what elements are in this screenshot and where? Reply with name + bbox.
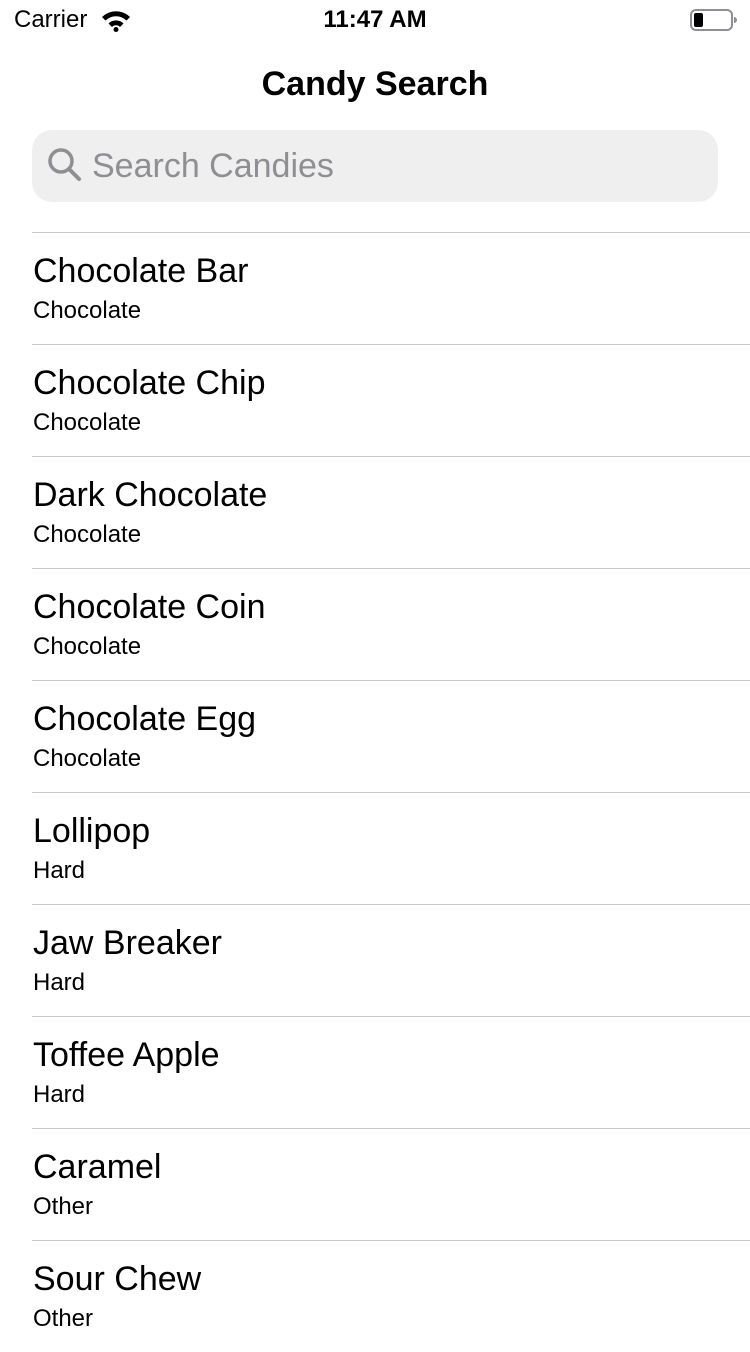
list-item[interactable]: Sour Chew Other xyxy=(32,1240,750,1352)
list-item[interactable]: Chocolate Bar Chocolate xyxy=(32,232,750,344)
page-title: Candy Search xyxy=(261,65,489,103)
list-item[interactable]: Lollipop Hard xyxy=(32,792,750,904)
candy-category: Chocolate xyxy=(33,633,142,660)
list-item[interactable]: Chocolate Egg Chocolate xyxy=(32,680,750,792)
candy-category: Chocolate xyxy=(33,297,142,324)
list-item[interactable]: Jaw Breaker Hard xyxy=(32,904,750,1016)
search-icon xyxy=(46,146,84,184)
status-bar: Carrier 11:47 AM xyxy=(0,0,750,40)
candy-category: Other xyxy=(33,1193,94,1220)
list-item[interactable]: Toffee Apple Hard xyxy=(32,1016,750,1128)
list-item[interactable]: Chocolate Coin Chocolate xyxy=(32,568,750,680)
battery-icon xyxy=(690,8,738,32)
status-time: 11:47 AM xyxy=(323,6,427,33)
candy-category: Chocolate xyxy=(33,521,142,548)
candy-category: Hard xyxy=(33,969,86,996)
candy-category: Hard xyxy=(33,1081,86,1108)
list-item[interactable]: Chocolate Chip Chocolate xyxy=(32,344,750,456)
list-item[interactable]: Caramel Other xyxy=(32,1128,750,1240)
candy-category: Chocolate xyxy=(33,745,142,772)
candy-name: Chocolate Chip xyxy=(33,364,266,402)
candy-category: Chocolate xyxy=(33,409,142,436)
candy-category: Other xyxy=(33,1305,94,1332)
candy-name: Dark Chocolate xyxy=(33,476,268,514)
candy-name: Caramel xyxy=(33,1148,162,1186)
candy-category: Hard xyxy=(33,857,86,884)
candy-name: Jaw Breaker xyxy=(33,924,222,962)
candy-name: Sour Chew xyxy=(33,1260,202,1298)
candy-name: Chocolate Bar xyxy=(33,252,249,290)
search-bar[interactable] xyxy=(32,130,718,202)
candy-name: Chocolate Egg xyxy=(33,700,257,738)
candy-name: Chocolate Coin xyxy=(33,588,266,626)
candy-name: Toffee Apple xyxy=(33,1036,220,1074)
candy-name: Lollipop xyxy=(33,812,151,850)
search-input[interactable] xyxy=(92,130,692,202)
candy-list: Chocolate Bar Chocolate Chocolate Chip C… xyxy=(0,232,750,1352)
list-item[interactable]: Dark Chocolate Chocolate xyxy=(32,456,750,568)
